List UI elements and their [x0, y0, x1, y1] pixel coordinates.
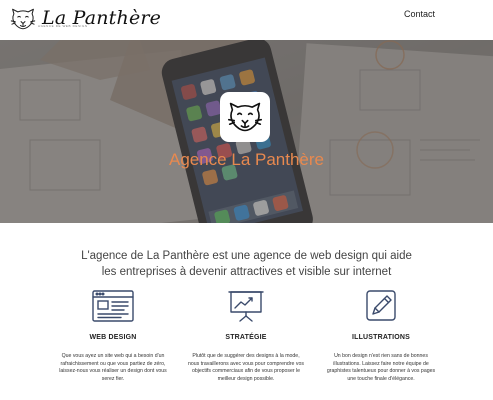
- feature-web-design: WEB DESIGN Que vous ayez un site web qui…: [48, 289, 178, 383]
- hero-title: Agence La Panthère: [168, 150, 324, 169]
- feature-text-strategie: Plutôt que de suggérer des designs à la …: [188, 353, 304, 382]
- navbar: La Panthère AGENCE DE WEB DESIGN Contact: [0, 0, 493, 40]
- feature-title-strategie: STRATÉGIE: [225, 334, 267, 341]
- nav-link-contact[interactable]: Contact: [404, 9, 435, 19]
- feature-text-illustrations: Un bon design n'est rien sans de bonnes …: [326, 353, 436, 382]
- feature-title-illustrations: ILLUSTRATIONS: [351, 334, 411, 341]
- intro-line-1: L'agence de La Panthère est une agence d…: [81, 250, 412, 262]
- features-section: WEB DESIGN Que vous ayez un site web qui…: [0, 289, 493, 400]
- browser-window-icon: [92, 290, 134, 322]
- hero-logo: [220, 92, 270, 142]
- panther-head-icon: [227, 102, 263, 132]
- intro-line-2: les entreprises à devenir attractives et…: [101, 266, 392, 278]
- intro-text: L'agence de La Panthère est une agence d…: [40, 248, 453, 280]
- feature-text-web-design: Que vous ayez un site web qui a besoin d…: [59, 353, 167, 382]
- panther-head-icon: [10, 8, 36, 30]
- feature-title-web-design: WEB DESIGN: [89, 334, 137, 341]
- brand-subtitle: AGENCE DE WEB DESIGN: [38, 24, 88, 28]
- presentation-chart-icon: [228, 291, 264, 322]
- feature-illustrations: ILLUSTRATIONS Un bon design n'est rien s…: [316, 289, 446, 383]
- pencil-square-icon: [366, 290, 396, 321]
- brand-link[interactable]: La Panthère: [10, 4, 161, 34]
- feature-strategie: STRATÉGIE Plutôt que de suggérer des des…: [181, 289, 311, 383]
- hero-banner: Agence La Panthère: [0, 40, 493, 223]
